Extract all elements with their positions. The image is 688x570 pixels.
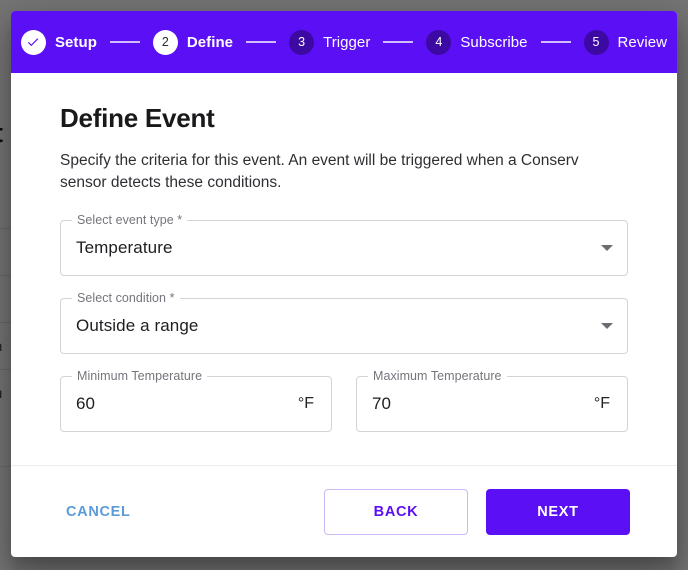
minimum-temperature-label: Minimum Temperature [72, 369, 208, 384]
back-button[interactable]: BACK [324, 488, 468, 535]
temperature-range-row: Minimum Temperature 60 °F Maximum Temper… [60, 369, 628, 432]
page-root: t o r m tu Setup 2 Define [0, 0, 688, 570]
maximum-temperature-field[interactable]: Maximum Temperature 70 °F [356, 369, 628, 432]
minimum-temperature-value: 60 [76, 394, 96, 413]
cancel-button[interactable]: CANCEL [58, 494, 139, 530]
dialog-description: Specify the criteria for this event. An … [60, 152, 579, 191]
wizard-stepper: Setup 2 Define 3 Trigger 4 Subscribe 5 R… [11, 11, 677, 73]
maximum-temperature-value: 70 [372, 394, 392, 413]
stepper-label-setup: Setup [54, 33, 97, 51]
event-type-value: Temperature [76, 238, 173, 257]
check-icon [20, 29, 46, 55]
event-type-label: Select event type * [72, 213, 188, 228]
stepper-label-trigger: Trigger [323, 33, 371, 51]
stepper-label-subscribe: Subscribe [460, 33, 528, 51]
stepper-connector [109, 41, 140, 43]
maximum-temperature-input[interactable]: Maximum Temperature 70 °F [356, 369, 628, 432]
chevron-down-icon[interactable] [601, 245, 613, 251]
condition-field[interactable]: Select condition * Outside a range [60, 291, 628, 354]
stepper-step-subscribe[interactable]: 4 Subscribe [426, 29, 528, 55]
stepper-connector [540, 41, 571, 43]
condition-label: Select condition * [72, 291, 180, 306]
minimum-temperature-unit: °F [297, 395, 314, 412]
maximum-temperature-unit: °F [593, 395, 610, 412]
stepper-step-define[interactable]: 2 Define [152, 29, 234, 55]
next-button[interactable]: NEXT [486, 488, 630, 535]
stepper-number-review: 5 [583, 29, 609, 55]
stepper-step-review[interactable]: 5 Review [583, 29, 668, 55]
chevron-down-icon[interactable] [601, 323, 613, 329]
page-title: Define Event [60, 103, 215, 133]
stepper-label-review: Review [617, 33, 668, 51]
stepper-label-define: Define [186, 33, 234, 51]
event-type-select[interactable]: Select event type * Temperature [60, 213, 628, 276]
stepper-number-define: 2 [152, 29, 178, 55]
stepper-number-subscribe: 4 [426, 29, 452, 55]
event-type-field[interactable]: Select event type * Temperature [60, 213, 628, 276]
stepper-connector [383, 41, 414, 43]
maximum-temperature-label: Maximum Temperature [368, 369, 507, 384]
dialog-footer: CANCEL BACK NEXT [11, 465, 677, 557]
stepper-step-setup[interactable]: Setup [20, 29, 97, 55]
minimum-temperature-field[interactable]: Minimum Temperature 60 °F [60, 369, 332, 432]
define-event-dialog: Setup 2 Define 3 Trigger 4 Subscribe 5 R… [11, 11, 677, 557]
condition-value: Outside a range [76, 316, 199, 335]
dialog-body: Define Event Specify the criteria for th… [11, 73, 677, 465]
stepper-connector [246, 41, 277, 43]
minimum-temperature-input[interactable]: Minimum Temperature 60 °F [60, 369, 332, 432]
condition-select[interactable]: Select condition * Outside a range [60, 291, 628, 354]
stepper-step-trigger[interactable]: 3 Trigger [289, 29, 371, 55]
stepper-number-trigger: 3 [289, 29, 315, 55]
